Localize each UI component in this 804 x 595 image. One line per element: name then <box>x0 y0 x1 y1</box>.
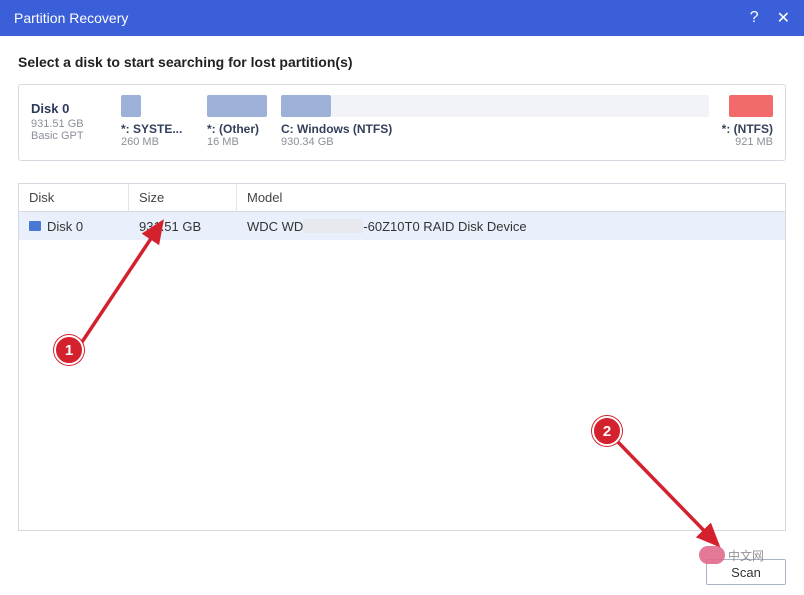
watermark: 中文网 <box>699 546 764 564</box>
watermark-text: 中文网 <box>728 547 764 564</box>
annotation-layer <box>0 0 804 589</box>
watermark-logo-icon <box>699 546 725 564</box>
